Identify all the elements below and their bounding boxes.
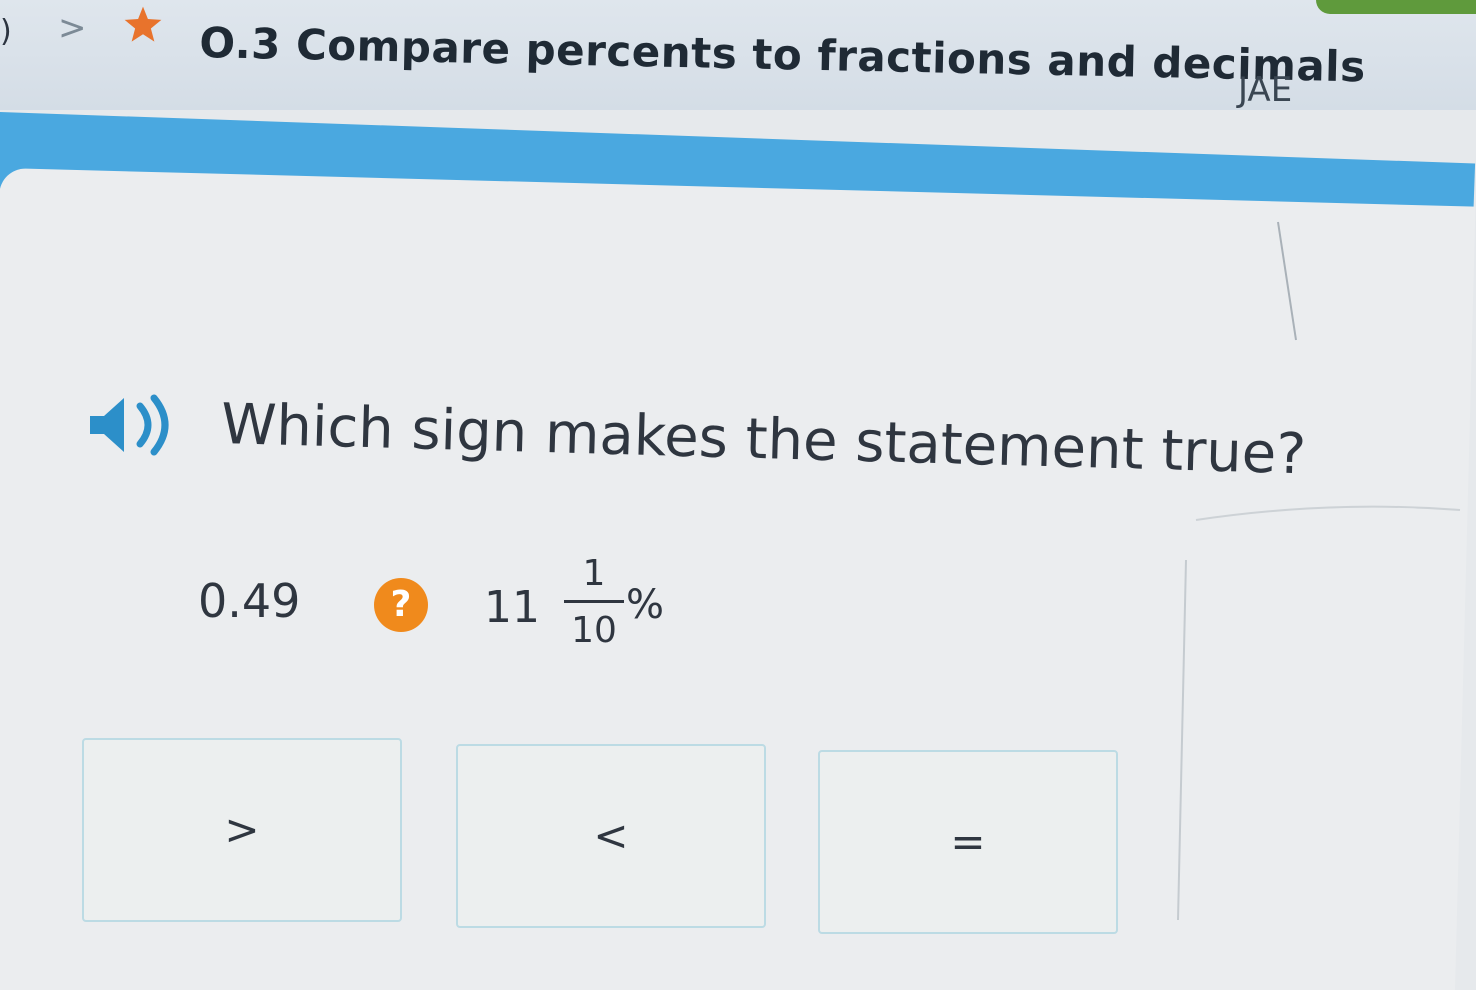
left-value: 0.49 <box>198 574 301 628</box>
chevron-right-icon[interactable]: > <box>58 8 87 48</box>
fraction-bar <box>564 600 624 603</box>
choice-equals[interactable]: = <box>818 750 1118 934</box>
user-tag: JAE <box>1238 70 1293 110</box>
comparison-statement: 0.49 ? 11 1 10 % <box>198 552 718 682</box>
header-accent <box>1316 0 1476 14</box>
choice-less-than[interactable]: < <box>456 744 766 928</box>
speaker-icon[interactable] <box>84 390 184 460</box>
skill-header: ) > O.3 Compare percents to fractions an… <box>0 0 1476 110</box>
mixed-number-whole: 11 <box>484 582 540 633</box>
choice-greater-than[interactable]: > <box>82 738 402 922</box>
percent-sign: % <box>626 582 665 628</box>
star-icon[interactable] <box>122 4 164 46</box>
skill-title: O.3 Compare percents to fractions and de… <box>198 18 1367 92</box>
fraction-numerator: 1 <box>582 553 606 594</box>
unknown-sign-badge: ? <box>374 578 428 632</box>
fraction-denominator: 10 <box>571 610 617 651</box>
back-glyph[interactable]: ) <box>0 14 12 49</box>
fraction: 1 10 <box>564 552 624 653</box>
